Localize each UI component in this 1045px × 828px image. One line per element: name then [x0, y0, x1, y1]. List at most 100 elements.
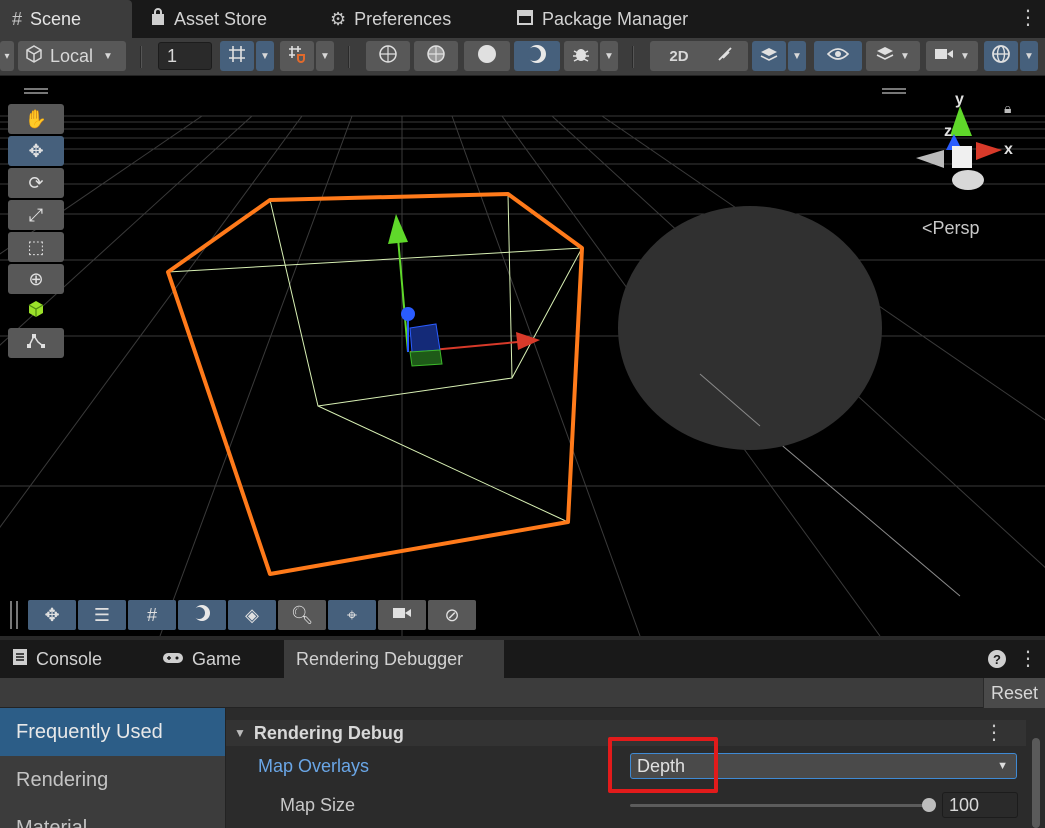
help-icon[interactable]: ? — [988, 650, 1006, 668]
debugger-sidebar: Frequently Used Rendering Material — [0, 708, 226, 828]
grid-snap-dropdown[interactable]: ▼ — [256, 41, 274, 71]
view-camera-button[interactable] — [378, 600, 426, 630]
hand-tool-button[interactable]: ✋ — [8, 104, 64, 134]
section-header-rendering-debug[interactable]: ▼ Rendering Debug ⋮ — [226, 720, 1026, 746]
rotate-tool-button[interactable]: ⟳ — [8, 168, 64, 198]
tools-overlay: ✋ ✥ ⟳ ⤢ ⬚ ⊕ — [8, 104, 64, 360]
gizmo-center-cube[interactable] — [952, 146, 972, 168]
section-menu-kebab-icon[interactable]: ⋮ — [984, 723, 1004, 743]
2d-mode-toggle[interactable]: 2D — [650, 41, 708, 71]
debug-draw-mode-button[interactable] — [564, 41, 598, 71]
chevron-down-icon: ▼ — [260, 50, 270, 62]
scene-canvas[interactable]: y x z — [0, 76, 1045, 636]
gizmos-dropdown[interactable]: ▼ — [1020, 41, 1038, 71]
reset-button[interactable]: Reset — [983, 678, 1045, 708]
cube-outline-icon — [24, 44, 44, 69]
view-settings-button[interactable]: ☰ — [78, 600, 126, 630]
scale-tool-button[interactable]: ⤢ — [8, 200, 64, 230]
sphere-object[interactable] — [618, 206, 882, 450]
window-menu-kebab-icon[interactable]: ⋮ — [1018, 8, 1038, 28]
grid-snap-toggle[interactable] — [220, 41, 254, 71]
debugger-toolbar: Reset — [0, 678, 1045, 708]
gizmo-y-cone[interactable] — [950, 106, 972, 136]
rect-transform-icon: ⬚ — [27, 236, 45, 257]
component-tool-button[interactable] — [8, 328, 64, 358]
map-size-row: Map Size 100 — [226, 790, 1026, 820]
view-pivot-button[interactable]: ⌖ — [328, 600, 376, 630]
y-axis-arrow[interactable] — [388, 214, 408, 244]
increment-snap-dropdown[interactable]: ▼ — [316, 41, 334, 71]
gizmo-overlay-grip[interactable] — [882, 88, 906, 94]
custom-tool-button[interactable] — [8, 296, 64, 326]
gizmo-x-cone[interactable] — [976, 142, 1002, 160]
scrollbar-thumb[interactable] — [1032, 738, 1040, 828]
tab-preferences[interactable]: ⚙ Preferences — [318, 0, 498, 38]
scene-lighting-toggle[interactable] — [702, 41, 748, 71]
transform-tool-button[interactable]: ⊕ — [8, 264, 64, 294]
scene-visibility-toggle[interactable] — [814, 41, 862, 71]
tab-rendering-debugger[interactable]: Rendering Debugger — [284, 640, 504, 678]
scene-camera-dropdown[interactable]: ▼ — [926, 41, 978, 71]
view-compass-button[interactable]: ⊘ — [428, 600, 476, 630]
foldout-arrow-icon[interactable]: ▼ — [234, 726, 246, 740]
view-layers-button[interactable]: ◈ — [228, 600, 276, 630]
shaded-draw-mode-button[interactable] — [514, 41, 560, 71]
scene-effects-toggle[interactable] — [752, 41, 786, 71]
map-size-slider-thumb[interactable] — [922, 798, 936, 812]
scene-viewport[interactable]: y x z ✋ ✥ ⟳ ⤢ ⬚ ⊕ 🔒︎ <Persp ✥ ☰ # ◈ 🔍︎ ⌖ — [0, 76, 1045, 636]
sidebar-item-material[interactable]: Material — [0, 804, 225, 828]
grid-snap-input[interactable]: 1 — [158, 42, 212, 70]
draw-mode-dropdown[interactable]: ▼ — [600, 41, 618, 71]
projection-toggle[interactable]: <Persp — [922, 218, 980, 239]
sidebar-item-frequently-used[interactable]: Frequently Used — [0, 708, 225, 756]
map-size-input[interactable]: 100 — [942, 792, 1018, 818]
toolbar-overflow-button[interactable]: ▾ — [0, 41, 14, 71]
rect-tool-button[interactable]: ⬚ — [8, 232, 64, 262]
gizmo-neg-z-cone[interactable] — [952, 170, 984, 190]
pivot-space-dropdown[interactable]: Local ▼ — [18, 41, 126, 71]
move-gizmo[interactable] — [388, 214, 540, 367]
sliders-icon: ☰ — [93, 604, 111, 625]
view-options-grip[interactable] — [10, 601, 18, 629]
view-shading-button[interactable] — [178, 600, 226, 630]
grid-icon: # — [146, 604, 157, 625]
pivot-icon: ⌖ — [346, 604, 358, 625]
eye-icon — [826, 46, 850, 67]
panel-menu-kebab-icon[interactable]: ⋮ — [1018, 649, 1038, 669]
panel-tab-bar: Console Game Rendering Debugger ? ⋮ — [0, 640, 1045, 678]
sidebar-item-rendering[interactable]: Rendering — [0, 756, 225, 804]
scene-effects-dropdown[interactable]: ▼ — [788, 41, 806, 71]
content-scrollbar[interactable] — [1030, 738, 1042, 828]
shaded-wireframe-draw-mode-button[interactable] — [414, 41, 458, 71]
gizmo-neg-x-cone[interactable] — [916, 150, 944, 168]
map-size-slider-track[interactable] — [630, 804, 930, 807]
move-arrows-icon: ✥ — [44, 604, 60, 625]
tools-overlay-grip[interactable] — [24, 88, 48, 94]
orientation-gizmo[interactable]: y x z — [916, 91, 1013, 190]
xy-plane-handle[interactable] — [409, 323, 441, 353]
tab-console[interactable]: Console — [0, 640, 130, 678]
increment-snap-toggle[interactable] — [280, 41, 314, 71]
gizmo-y-label: y — [955, 91, 964, 108]
tab-asset-store[interactable]: Asset Store — [138, 0, 308, 38]
z-axis-handle[interactable] — [401, 307, 415, 321]
gizmo-z-label: z — [944, 123, 952, 140]
layers-dropdown[interactable]: ▼ — [866, 41, 920, 71]
unlit-draw-mode-button[interactable] — [464, 41, 510, 71]
view-grid-button[interactable]: # — [128, 600, 176, 630]
toolbar-divider — [348, 46, 350, 68]
tab-game[interactable]: Game — [150, 640, 260, 678]
view-search-button[interactable]: 🔍︎ — [278, 600, 326, 630]
map-overlays-dropdown[interactable]: Depth ▼ — [630, 753, 1017, 779]
lock-icon[interactable]: 🔒︎ — [1004, 100, 1011, 117]
tab-package-manager[interactable]: Package Manager — [504, 0, 714, 38]
tab-scene[interactable]: # Scene — [0, 0, 132, 38]
move-tool-button[interactable]: ✥ — [8, 136, 64, 166]
light-off-icon — [715, 44, 735, 69]
rotate-icon: ⟳ — [28, 172, 44, 193]
xz-plane-handle[interactable] — [409, 349, 443, 367]
gizmos-toggle[interactable] — [984, 41, 1018, 71]
magnet-grid-icon — [287, 44, 307, 69]
wireframe-draw-mode-button[interactable] — [366, 41, 410, 71]
view-move-button[interactable]: ✥ — [28, 600, 76, 630]
